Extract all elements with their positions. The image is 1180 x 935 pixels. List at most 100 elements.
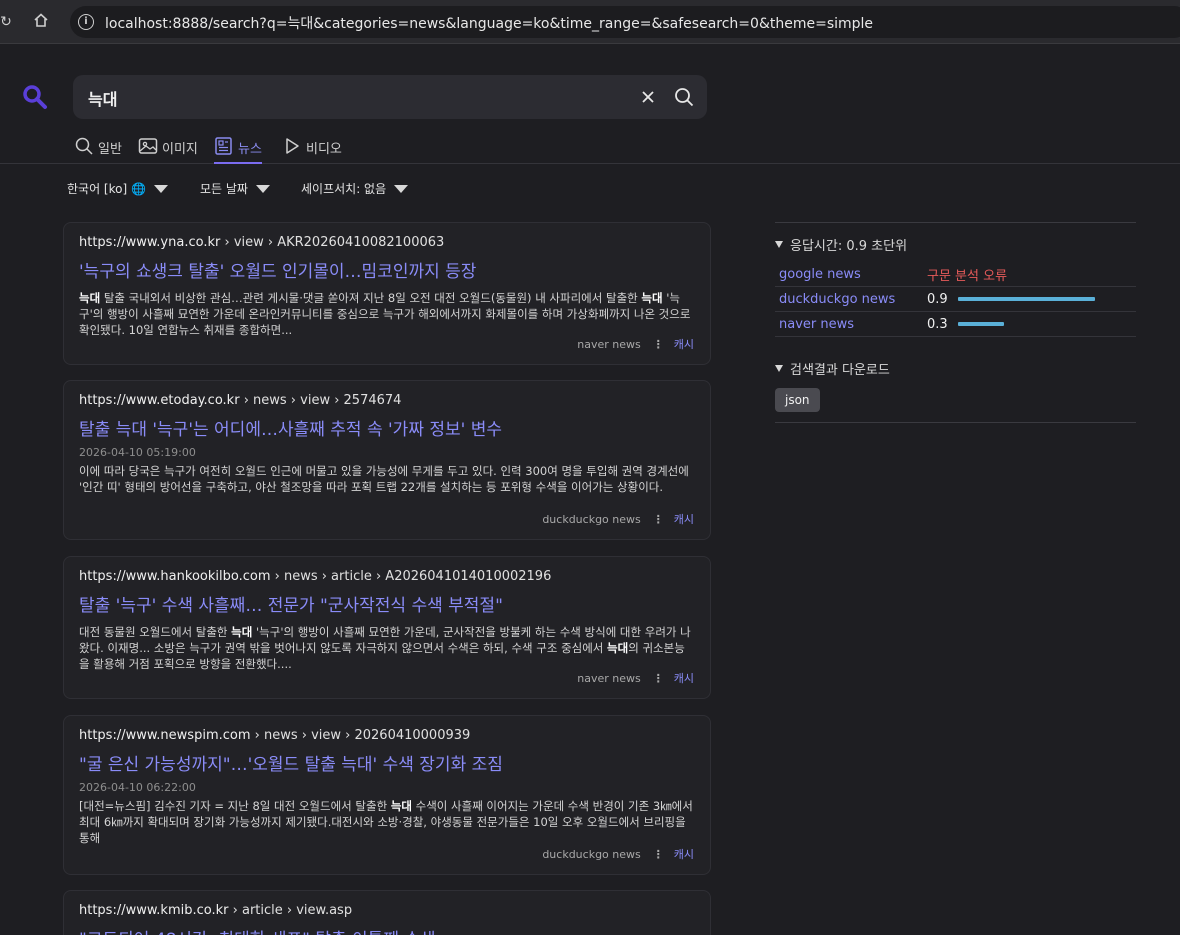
clear-icon[interactable]	[637, 86, 659, 108]
result-item: https://www.kmib.co.kr › article › view.…	[63, 890, 711, 935]
result-date: 2026-04-10 06:22:00	[79, 781, 196, 794]
result-title[interactable]: '늑구의 쇼생크 탈출' 오월드 인기몰이…밈코인까지 등장	[79, 257, 695, 282]
search-icon	[75, 137, 93, 155]
result-path: › news › article › A2026041014010002196	[274, 569, 552, 584]
result-content: 늑대 탈출 국내외서 비상한 관심…관련 게시물·댓글 쏟아져 지난 8일 오전…	[79, 291, 691, 337]
result-title[interactable]: 탈출 '늑구' 수색 사흘째… 전문가 "군사작전식 수색 부적절"	[79, 591, 695, 616]
tab-images[interactable]: 이미지	[138, 136, 198, 164]
search-icon[interactable]	[673, 86, 695, 108]
home-icon[interactable]	[31, 12, 51, 32]
engine-time-bar	[958, 322, 1004, 326]
browser-toolbar: ↻ i localhost:8888/search?q=늑대&categorie…	[0, 0, 1180, 44]
result-path: › article › view.asp	[232, 903, 353, 918]
result-footer: duckduckgo news ⋮ 캐시	[542, 846, 694, 862]
engine-row: duckduckgo news 0.9	[775, 287, 1136, 312]
play-icon	[286, 138, 299, 154]
search-input[interactable]: 늑대	[88, 86, 117, 110]
cache-link[interactable]: 캐시	[674, 670, 694, 686]
language-value: 한국어 [ko] 🌐	[67, 182, 146, 196]
tab-label: 뉴스	[238, 142, 262, 157]
triangle-down-icon	[775, 241, 783, 248]
result-path: › news › view › 2574674	[243, 393, 402, 408]
chevron-down-icon	[153, 184, 168, 193]
result-url[interactable]: https://www.hankookilbo.com › news › art…	[79, 569, 695, 584]
engine-time-bar	[958, 297, 1095, 301]
result-url[interactable]: https://www.kmib.co.kr › article › view.…	[79, 903, 695, 918]
reload-icon[interactable]: ↻	[0, 12, 16, 32]
engine-time: 0.3	[927, 316, 948, 332]
download-toggle[interactable]: 검색결과 다운로드	[775, 359, 1136, 378]
time-range-value: 모든 날짜	[200, 182, 248, 196]
engine-name[interactable]: google news	[775, 267, 927, 282]
result-engine: naver news	[577, 337, 641, 351]
result-item: https://www.newspim.com › news › view › …	[63, 715, 711, 875]
safesearch-value: 세이프서치: 없음	[301, 182, 387, 196]
site-info-icon[interactable]: i	[78, 14, 94, 30]
json-download-button[interactable]: json	[775, 388, 820, 412]
result-content: 이에 따라 당국은 늑구가 여전히 오월드 인근에 머물고 있을 가능성에 무게…	[79, 464, 689, 494]
download-label: 검색결과 다운로드	[790, 363, 890, 378]
more-icon[interactable]: ⋮	[653, 848, 664, 861]
result-engine: naver news	[577, 671, 641, 685]
tab-general[interactable]: 일반	[74, 136, 122, 164]
engine-name[interactable]: duckduckgo news	[775, 292, 927, 307]
result-title[interactable]: "굴 은신 가능성까지"…'오월드 탈출 늑대' 수색 장기화 조짐	[79, 750, 695, 775]
engine-name[interactable]: naver news	[775, 317, 927, 332]
result-footer: naver news ⋮ 캐시	[577, 670, 694, 686]
result-footer: naver news ⋮ 캐시	[577, 336, 694, 352]
result-item: https://www.etoday.co.kr › news › view ›…	[63, 380, 711, 540]
time-range-select[interactable]: 모든 날짜	[200, 180, 270, 197]
result-domain: https://www.hankookilbo.com	[79, 569, 271, 584]
result-path: › news › view › 20260410000939	[254, 728, 471, 743]
engine-time: 0.9	[927, 291, 948, 307]
result-footer: duckduckgo news ⋮ 캐시	[542, 511, 694, 527]
more-icon[interactable]: ⋮	[653, 513, 664, 526]
searxng-logo-icon[interactable]	[22, 84, 48, 110]
result-url[interactable]: https://www.yna.co.kr › view › AKR202604…	[79, 235, 695, 250]
result-title[interactable]: 탈출 늑대 '늑구'는 어디에…사흘째 추적 속 '가짜 정보' 변수	[79, 415, 695, 440]
result-item: https://www.yna.co.kr › view › AKR202604…	[63, 222, 711, 365]
search-bar: 늑대	[73, 75, 707, 119]
result-domain: https://www.newspim.com	[79, 728, 251, 743]
result-item: https://www.hankookilbo.com › news › art…	[63, 556, 711, 699]
news-icon	[215, 137, 232, 155]
tab-news[interactable]: 뉴스	[214, 136, 262, 164]
result-domain: https://www.etoday.co.kr	[79, 393, 240, 408]
engine-row: google news 구문 분석 오류	[775, 262, 1136, 287]
cache-link[interactable]: 캐시	[674, 511, 694, 527]
tab-videos[interactable]: 비디오	[282, 136, 342, 164]
cache-link[interactable]: 캐시	[674, 336, 694, 352]
more-icon[interactable]: ⋮	[653, 338, 664, 351]
sidebar: 응답시간: 0.9 초단위 google news 구문 분석 오류 duckd…	[775, 222, 1136, 423]
response-time-label: 응답시간: 0.9 초단위	[790, 239, 908, 254]
result-url[interactable]: https://www.newspim.com › news › view › …	[79, 728, 695, 743]
chevron-down-icon	[255, 184, 270, 193]
cache-link[interactable]: 캐시	[674, 846, 694, 862]
result-engine: duckduckgo news	[542, 847, 641, 861]
tab-label: 비디오	[306, 142, 342, 157]
image-icon	[138, 138, 158, 154]
search-header: 늑대 일반 이미지 뉴스 비디오	[0, 44, 1180, 164]
more-icon[interactable]: ⋮	[653, 672, 664, 685]
result-path: › view › AKR20260410082100063	[224, 235, 445, 250]
address-bar[interactable]: i localhost:8888/search?q=늑대&categories=…	[70, 6, 1180, 38]
result-title[interactable]: "고도되어 48시간, 최대한 새프" 탈출 이틀째 수색	[79, 925, 695, 935]
response-time-toggle[interactable]: 응답시간: 0.9 초단위	[775, 235, 1136, 254]
result-url[interactable]: https://www.etoday.co.kr › news › view ›…	[79, 393, 695, 408]
tab-label: 이미지	[162, 142, 198, 157]
result-engine: duckduckgo news	[542, 512, 641, 526]
language-select[interactable]: 한국어 [ko] 🌐	[67, 180, 168, 197]
url-text: localhost:8888/search?q=늑대&categories=ne…	[105, 16, 874, 32]
engine-row: naver news 0.3	[775, 312, 1136, 337]
result-content: [대전=뉴스핌] 김수진 기자 = 지난 8일 대전 오월드에서 탈출한 늑대 …	[79, 799, 693, 845]
engine-stats-table: google news 구문 분석 오류 duckduckgo news 0.9…	[775, 262, 1136, 337]
triangle-down-icon	[775, 365, 783, 372]
result-content: 대전 동물원 오월드에서 탈출한 늑대 '늑구'의 행방이 사흘째 묘연한 가운…	[79, 625, 691, 671]
result-domain: https://www.yna.co.kr	[79, 235, 221, 250]
tab-label: 일반	[98, 142, 122, 157]
safesearch-select[interactable]: 세이프서치: 없음	[301, 180, 409, 197]
sidebar-divider	[775, 422, 1136, 423]
chevron-down-icon	[394, 184, 409, 193]
result-date: 2026-04-10 05:19:00	[79, 446, 196, 459]
result-domain: https://www.kmib.co.kr	[79, 903, 229, 918]
